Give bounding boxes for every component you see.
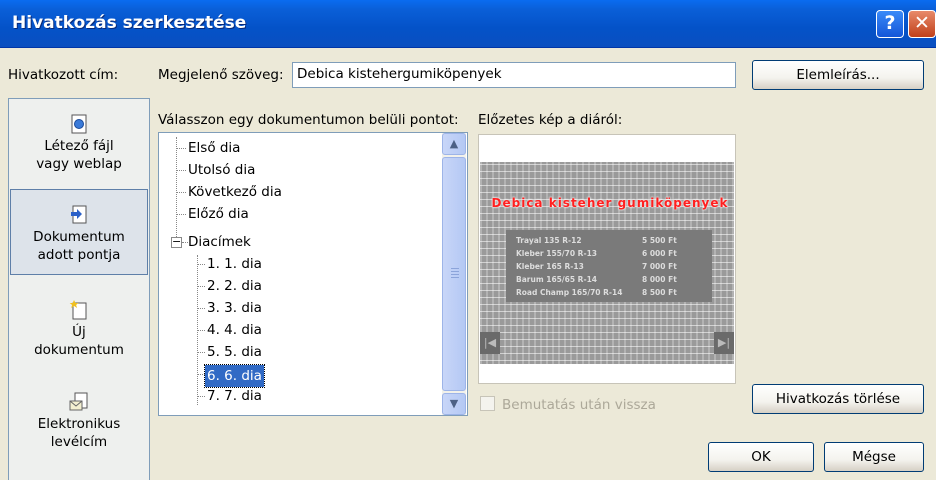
tree-item[interactable]: 1. 1. dia [207,253,262,275]
preview-next-icon: ▶| [714,332,734,354]
tree-item[interactable]: 2. 2. dia [207,275,262,297]
preview-label: Előzetes kép a diáról: [478,112,623,128]
tree-item[interactable]: Első dia [188,137,240,159]
title-bar[interactable]: Hivatkozás szerkesztése ? ✕ [0,0,936,48]
tree-item[interactable]: 4. 4. dia [207,319,262,341]
link-type-panel: Létező fájl vagy weblap Dokumentum adott… [8,98,150,480]
scroll-up-icon[interactable]: ▲ [442,133,466,155]
nav-existing-file[interactable]: Létező fájl vagy weblap [10,113,148,183]
help-button[interactable]: ? [876,10,904,38]
document-place-icon [71,205,87,224]
nav-email-address[interactable]: Elektronikus levélcím [10,391,148,461]
close-button[interactable]: ✕ [908,10,936,38]
tree-item[interactable]: Előző dia [188,203,249,225]
email-icon [69,392,88,411]
display-text-input[interactable]: Debica kistehergumiköpenyek [292,62,736,88]
scroll-thumb[interactable] [442,157,466,391]
slide-price-table: Trayal 135 R-12 5 500 Ft Kleber 155/70 R-… [506,230,712,302]
show-return-label: Bemutatás után vissza [502,397,656,413]
nav-document-place[interactable]: Dokumentum adott pontja [10,189,148,275]
tree-item[interactable]: 3. 3. dia [207,297,262,319]
preview-prev-icon: |◀ [480,332,500,354]
slide-title: Debica kisteher gumiköpenyek [491,196,729,210]
nav-label: Új [72,324,86,340]
tree-item[interactable]: 5. 5. dia [207,341,262,363]
linked-to-label: Hivatkozott cím: [8,67,119,83]
tree-item-selected[interactable]: 6. 6. dia [204,364,265,388]
collapse-icon[interactable]: − [171,236,182,248]
select-place-label: Válasszon egy dokumentumon belüli pontot… [158,112,459,128]
existing-file-icon [71,114,87,134]
nav-label: Elektronikus [37,416,121,432]
show-return-checkbox[interactable] [480,396,495,411]
ok-button[interactable]: OK [708,442,814,472]
nav-new-document[interactable]: Új dokumentum [10,299,148,369]
cancel-button[interactable]: Mégse [824,442,924,472]
document-place-tree[interactable]: − Első dia Utolsó dia Következő dia Előz… [158,132,468,416]
nav-label: Létező fájl [44,138,114,154]
screentip-button[interactable]: Elemleírás... [752,60,924,90]
tree-item[interactable]: 7. 7. dia [207,385,262,407]
tree-scrollbar[interactable]: ▲ ▼ [442,133,466,415]
preview-scrollbar: |◀ ▶| [480,332,734,354]
remove-link-button[interactable]: Hivatkozás törlése [752,384,924,414]
nav-label: Dokumentum [33,229,125,245]
tree-item[interactable]: Következő dia [188,181,282,203]
tree-item[interactable]: Utolsó dia [188,159,255,181]
new-document-icon [69,300,87,320]
display-text-label: Megjelenő szöveg: [158,67,284,83]
nav-label: levélcím [50,434,108,450]
tree-item[interactable]: Diacímek [188,231,251,253]
scroll-down-icon[interactable]: ▼ [442,393,466,415]
nav-label: dokumentum [34,342,124,358]
window-title: Hivatkozás szerkesztése [12,13,247,33]
hyperlink-dialog: Hivatkozás szerkesztése ? ✕ Hivatkozott … [0,0,936,480]
nav-label: adott pontja [37,247,121,263]
nav-label: vagy weblap [36,156,122,172]
